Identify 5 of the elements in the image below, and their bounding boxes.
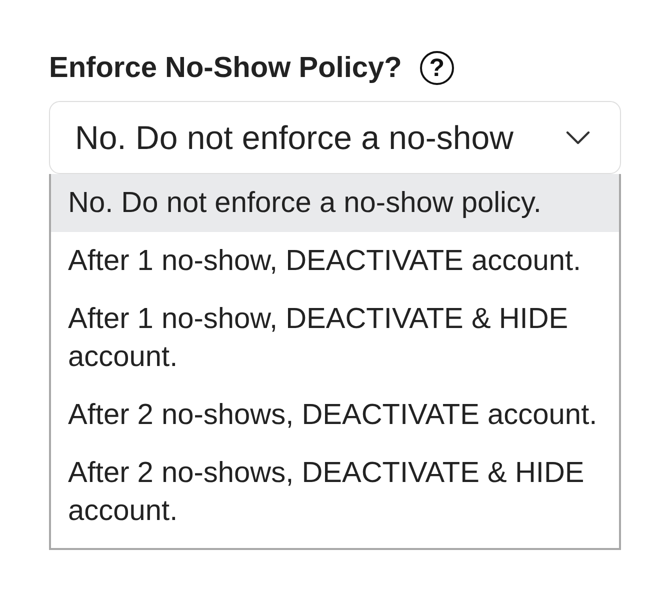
help-icon[interactable]: ? (420, 51, 454, 85)
policy-select[interactable]: No. Do not enforce a no-show (49, 101, 621, 174)
dropdown-option[interactable]: No. Do not enforce a no-show policy. (51, 174, 619, 232)
field-label: Enforce No-Show Policy? (49, 52, 402, 84)
chevron-down-icon (566, 130, 590, 144)
